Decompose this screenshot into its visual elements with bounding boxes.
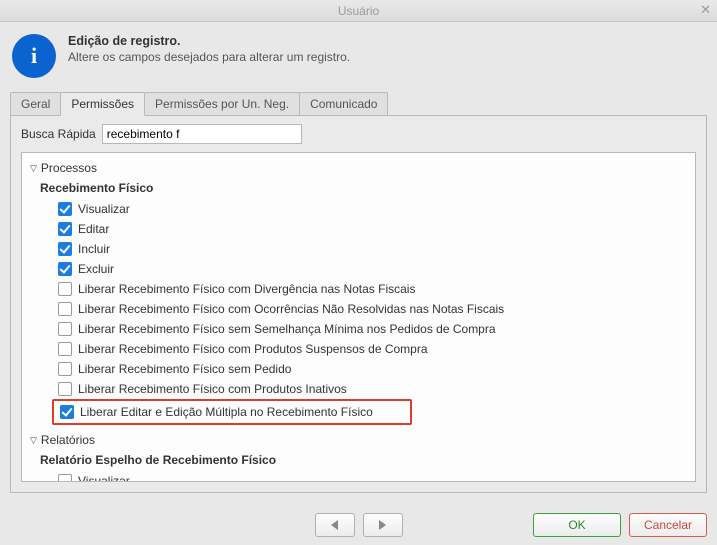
group-label: Processos: [41, 161, 97, 175]
header-subtitle: Altere os campos desejados para alterar …: [68, 50, 350, 64]
perm-label: Liberar Recebimento Físico com Produtos …: [78, 382, 347, 396]
perm-item[interactable]: Liberar Recebimento Físico com Produtos …: [58, 379, 687, 399]
group-relatorios[interactable]: ▽ Relatórios: [30, 433, 687, 447]
highlight-box: Liberar Editar e Edição Múltipla no Rece…: [52, 399, 412, 425]
checkbox[interactable]: [58, 474, 72, 482]
search-label: Busca Rápida: [21, 127, 96, 141]
checkbox[interactable]: [58, 302, 72, 316]
tab-permissoes[interactable]: Permissões: [60, 92, 145, 116]
perm-item[interactable]: Liberar Recebimento Físico sem Semelhanç…: [58, 319, 687, 339]
titlebar: Usuário ✕: [0, 0, 717, 22]
tab-permissoes-un-neg[interactable]: Permissões por Un. Neg.: [144, 92, 300, 115]
close-icon[interactable]: ✕: [700, 2, 711, 18]
perm-label: Liberar Editar e Edição Múltipla no Rece…: [80, 405, 373, 419]
tab-bar: Geral Permissões Permissões por Un. Neg.…: [10, 92, 707, 116]
perm-label: Incluir: [78, 242, 110, 256]
perm-item[interactable]: Visualizar: [58, 199, 687, 219]
checkbox[interactable]: [60, 405, 74, 419]
perm-item[interactable]: Liberar Recebimento Físico com Divergênc…: [58, 279, 687, 299]
permissions-panel: Busca Rápida ▽ Processos Recebimento Fís…: [10, 116, 707, 493]
subgroup-espelho: Relatório Espelho de Recebimento Físico: [40, 453, 687, 467]
permissions-tree[interactable]: ▽ Processos Recebimento Físico Visualiza…: [21, 152, 696, 482]
checkbox[interactable]: [58, 262, 72, 276]
header-title: Edição de registro.: [68, 34, 350, 48]
perm-label: Liberar Recebimento Físico sem Pedido: [78, 362, 291, 376]
perm-label: Liberar Recebimento Físico com Divergênc…: [78, 282, 415, 296]
checkbox[interactable]: [58, 322, 72, 336]
perm-item[interactable]: Liberar Recebimento Físico com Produtos …: [58, 339, 687, 359]
perm-label: Liberar Recebimento Físico sem Semelhanç…: [78, 322, 496, 336]
prev-button[interactable]: [315, 513, 355, 537]
perm-item[interactable]: Visualizar: [58, 471, 687, 482]
perm-item[interactable]: Excluir: [58, 259, 687, 279]
collapse-icon: ▽: [30, 435, 37, 446]
perm-item[interactable]: Liberar Recebimento Físico com Ocorrênci…: [58, 299, 687, 319]
dialog-header: i Edição de registro. Altere os campos d…: [10, 30, 707, 88]
checkbox[interactable]: [58, 362, 72, 376]
perm-label: Visualizar: [78, 474, 130, 482]
checkbox[interactable]: [58, 382, 72, 396]
collapse-icon: ▽: [30, 163, 37, 174]
checkbox[interactable]: [58, 242, 72, 256]
checkbox[interactable]: [58, 222, 72, 236]
group-label: Relatórios: [41, 433, 95, 447]
group-processos[interactable]: ▽ Processos: [30, 161, 687, 175]
perm-label: Liberar Recebimento Físico com Ocorrênci…: [78, 302, 504, 316]
chevron-left-icon: [331, 520, 338, 530]
ok-button[interactable]: OK: [533, 513, 621, 537]
tab-geral[interactable]: Geral: [10, 92, 61, 115]
checkbox[interactable]: [58, 202, 72, 216]
cancel-button[interactable]: Cancelar: [629, 513, 707, 537]
perm-item[interactable]: Incluir: [58, 239, 687, 259]
checkbox[interactable]: [58, 282, 72, 296]
footer: OK Cancelar: [0, 503, 717, 545]
perm-label: Excluir: [78, 262, 114, 276]
perm-label: Editar: [78, 222, 109, 236]
chevron-right-icon: [379, 520, 386, 530]
window-title: Usuário: [338, 4, 379, 18]
subgroup-recebimento-fisico: Recebimento Físico: [40, 181, 687, 195]
tab-comunicado[interactable]: Comunicado: [299, 92, 388, 115]
checkbox[interactable]: [58, 342, 72, 356]
perm-label: Visualizar: [78, 202, 130, 216]
next-button[interactable]: [363, 513, 403, 537]
search-input[interactable]: [102, 124, 302, 144]
perm-item[interactable]: Liberar Editar e Edição Múltipla no Rece…: [60, 403, 406, 421]
info-icon: i: [12, 34, 56, 78]
perm-item[interactable]: Editar: [58, 219, 687, 239]
perm-label: Liberar Recebimento Físico com Produtos …: [78, 342, 428, 356]
perm-item[interactable]: Liberar Recebimento Físico sem Pedido: [58, 359, 687, 379]
